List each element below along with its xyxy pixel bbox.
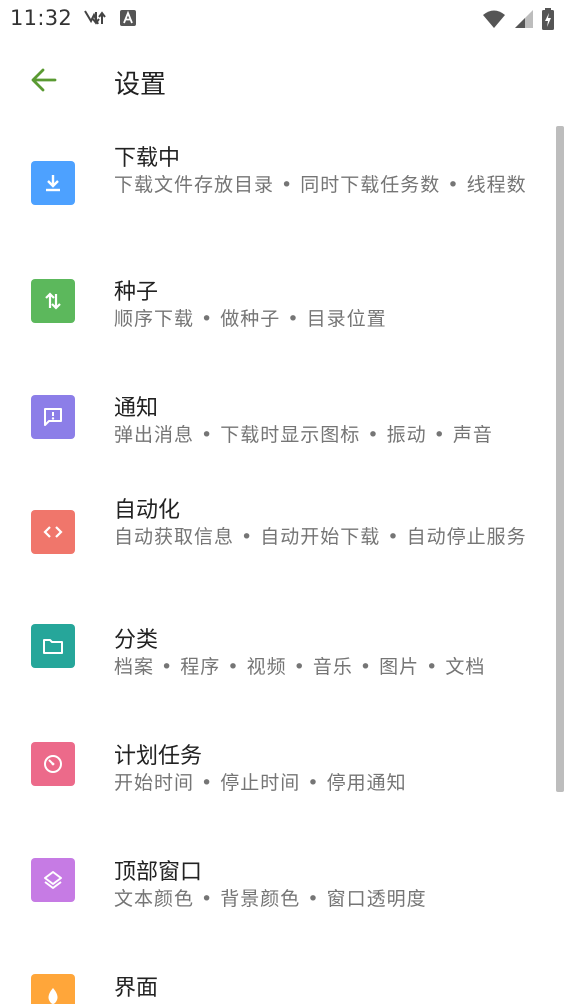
font-a-icon [120,10,136,30]
item-summary: 弹出消息 • 下载时显示图标 • 振动 • 声音 [114,424,493,446]
timer-icon [31,742,75,786]
settings-item-torrent[interactable]: 种子 顺序下载 • 做种子 • 目录位置 [0,260,556,360]
item-summary: 顺序下载 • 做种子 • 目录位置 [114,308,387,330]
status-time: 11:32 [10,6,73,30]
settings-item-interface[interactable]: 界面 [0,956,556,1004]
item-title: 界面 [114,976,159,1001]
item-title: 通知 [114,396,159,421]
item-title: 分类 [114,628,159,653]
settings-item-categories[interactable]: 分类 档案 • 程序 • 视频 • 音乐 • 图片 • 文档 [0,608,556,708]
app-bar: 设置 [0,50,564,114]
status-left-icons [82,8,136,32]
settings-item-automation[interactable]: 自动化 自动获取信息 • 自动开始下载 • 自动停止服务 [0,478,556,600]
item-summary: 开始时间 • 停止时间 • 停用通知 [114,772,407,794]
settings-item-schedule[interactable]: 计划任务 开始时间 • 停止时间 • 停用通知 [0,724,556,824]
settings-item-notification[interactable]: 通知 弹出消息 • 下载时显示图标 • 振动 • 声音 [0,376,556,476]
data-transfer-icon [82,8,106,32]
item-summary: 下载文件存放目录 • 同时下载任务数 • 线程数 [114,174,527,196]
item-title: 自动化 [114,498,181,523]
folder-icon [31,624,75,668]
settings-item-top-window[interactable]: 顶部窗口 文本颜色 • 背景颜色 • 窗口透明度 [0,840,556,940]
item-summary: 文本颜色 • 背景颜色 • 窗口透明度 [114,888,427,910]
scrollbar[interactable] [556,126,564,792]
item-summary: 自动获取信息 • 自动开始下载 • 自动停止服务 [114,526,527,548]
item-title: 种子 [114,280,159,305]
item-title: 顶部窗口 [114,860,203,885]
item-summary: 档案 • 程序 • 视频 • 音乐 • 图片 • 文档 [114,656,486,678]
swap-vertical-icon [31,279,75,323]
notification-message-icon [31,395,75,439]
cell-signal-icon [514,9,534,33]
settings-item-downloading[interactable]: 下载中 下载文件存放目录 • 同时下载任务数 • 线程数 [0,126,556,248]
item-title: 下载中 [114,146,181,171]
arrow-back-icon [30,66,58,98]
back-button[interactable] [24,62,64,102]
battery-charging-icon [542,8,554,34]
item-title: 计划任务 [114,744,203,769]
code-icon [31,510,75,554]
status-bar: 11:32 [0,0,564,38]
wifi-icon [482,9,506,33]
status-right-icons [482,8,554,34]
layers-icon [31,858,75,902]
page-title: 设置 [114,70,167,100]
theme-icon [31,974,75,1004]
download-icon [31,161,75,205]
